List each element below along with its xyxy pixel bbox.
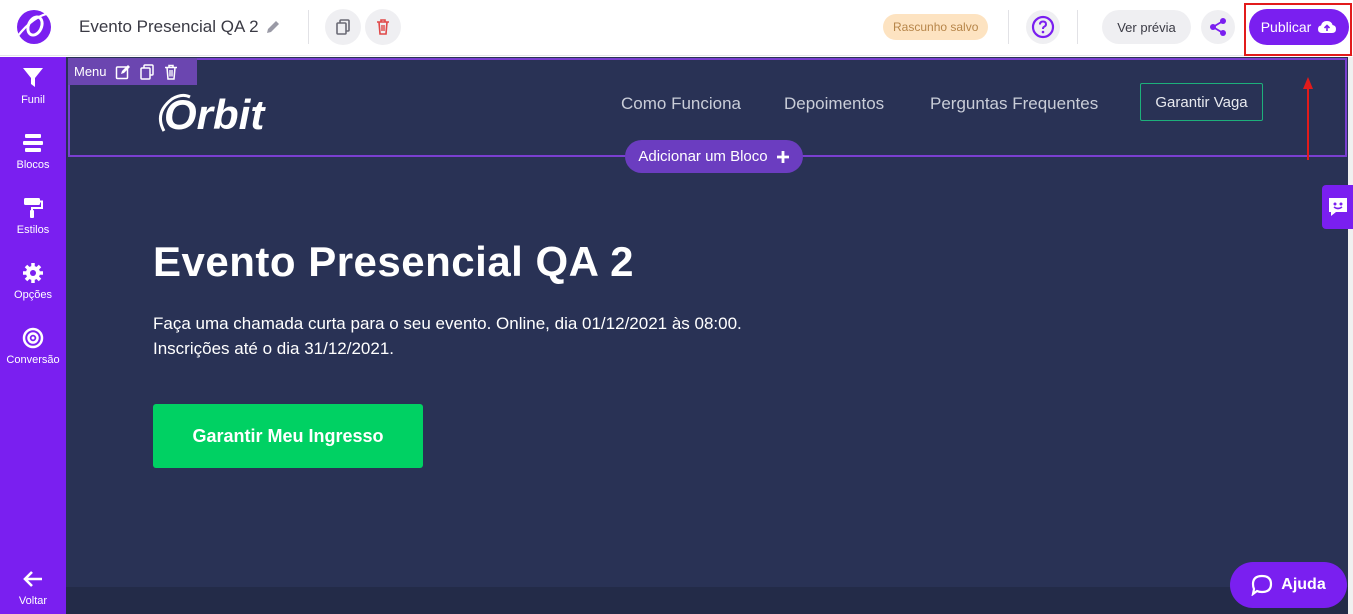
hero-description-line: Faça uma chamada curta para o seu evento… [153, 314, 742, 333]
sidebar-item-estilos[interactable]: Estilos [0, 197, 66, 236]
gear-icon [23, 263, 43, 283]
delete-button[interactable] [365, 9, 401, 45]
question-circle-icon [1031, 15, 1055, 39]
document-title[interactable]: Evento Presencial QA 2 [79, 17, 281, 37]
hero-title[interactable]: Evento Presencial QA 2 [153, 238, 634, 286]
paint-roller-icon [24, 198, 43, 218]
hero-description-line: Inscrições até o dia 31/12/2021. [153, 339, 394, 358]
sidebar-back-button[interactable]: Voltar [0, 568, 66, 607]
preview-button[interactable]: Ver prévia [1102, 10, 1191, 44]
trash-icon [377, 19, 389, 35]
sidebar-item-label: Funil [21, 94, 45, 106]
hero-description[interactable]: Faça uma chamada curta para o seu evento… [153, 311, 793, 361]
publish-button[interactable]: Publicar [1249, 9, 1349, 45]
arrow-left-icon [23, 571, 42, 587]
sidebar-back-label: Voltar [18, 595, 48, 607]
nav-link-depoimentos[interactable]: Depoimentos [784, 94, 884, 114]
orbit-logo-text: Orbit [164, 91, 266, 138]
sidebar-item-funil[interactable]: Funil [0, 67, 66, 106]
sidebar-item-conversao[interactable]: Conversão [0, 327, 66, 366]
divider [1077, 10, 1078, 44]
blocks-icon [23, 134, 43, 152]
page-editor-canvas: Menu Orbit Como Funciona Depoimentos Per… [66, 57, 1353, 614]
nav-cta-button[interactable]: Garantir Vaga [1140, 83, 1263, 121]
sidebar-item-label: Estilos [16, 224, 50, 236]
sidebar-item-blocos[interactable]: Blocos [0, 132, 66, 171]
nav-link-perguntas-frequentes[interactable]: Perguntas Frequentes [930, 94, 1098, 114]
sidebar-item-opcoes[interactable]: Opções [0, 262, 66, 301]
next-section-edge [66, 587, 1353, 614]
share-button[interactable] [1201, 10, 1235, 44]
sidebar-item-label: Conversão [6, 354, 60, 366]
funnel-icon [23, 68, 43, 87]
copy-icon[interactable] [139, 63, 155, 80]
edit-icon[interactable] [115, 64, 131, 80]
cloud-upload-icon [1318, 21, 1337, 33]
divider [308, 10, 309, 44]
add-block-label: Adicionar um Bloco [638, 148, 768, 165]
annotation-arrow-icon [1303, 77, 1313, 160]
publish-label: Publicar [1260, 19, 1312, 35]
document-title-text: Evento Presencial QA 2 [79, 17, 259, 36]
pencil-icon[interactable] [265, 19, 281, 35]
copy-icon [336, 19, 350, 35]
hero-cta-button[interactable]: Garantir Meu Ingresso [153, 404, 423, 468]
left-sidebar: Funil Blocos Estilos Opções Conversão Vo… [0, 57, 66, 614]
sidebar-item-label: Blocos [16, 159, 50, 171]
add-block-button[interactable]: Adicionar um Bloco [625, 140, 803, 173]
target-icon [22, 327, 44, 349]
block-tag-label: Menu [74, 64, 107, 79]
help-button[interactable] [1026, 10, 1060, 44]
feedback-tab[interactable] [1322, 185, 1353, 229]
nav-link-como-funciona[interactable]: Como Funciona [621, 94, 741, 114]
trash-icon[interactable] [163, 64, 179, 80]
divider [1008, 10, 1009, 44]
block-toolbar: Menu [68, 58, 197, 85]
duplicate-button[interactable] [325, 9, 361, 45]
sidebar-item-label: Opções [14, 289, 52, 301]
chat-smile-icon [1328, 198, 1347, 216]
draft-status-badge: Rascunho salvo [883, 14, 989, 40]
orbit-logo-mark-icon: Orbit [158, 91, 266, 138]
orbit-logo: Orbit [152, 83, 286, 139]
top-toolbar: Evento Presencial QA 2 Rascunho salvo Ve… [0, 0, 1353, 56]
app-logo-icon[interactable] [14, 7, 54, 47]
share-icon [1210, 18, 1226, 36]
chat-bubble-icon [1251, 574, 1273, 596]
scrollbar[interactable] [1348, 57, 1353, 614]
help-chat-label: Ajuda [1281, 576, 1326, 593]
plus-icon [776, 150, 789, 163]
help-chat-button[interactable]: Ajuda [1230, 562, 1347, 608]
